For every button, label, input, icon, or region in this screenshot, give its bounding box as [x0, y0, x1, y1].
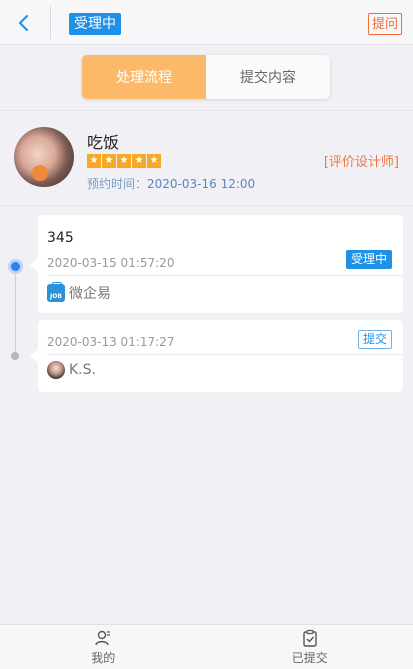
tab-process-flow[interactable]: 处理流程 — [82, 55, 206, 99]
appointment-time: 2020-03-16 12:00 — [147, 177, 256, 191]
nav-label: 已提交 — [291, 650, 328, 665]
appointment-info: 预约时间：2020-03-16 12:00 — [87, 175, 255, 192]
card-time: 2020-03-13 01:17:27 — [47, 335, 175, 349]
star-icon: ★ — [132, 154, 146, 168]
chevron-left-icon — [19, 14, 28, 31]
status-chip: 受理中 — [69, 13, 121, 35]
clipboard-check-icon — [301, 629, 319, 647]
designer-avatar[interactable] — [14, 127, 74, 187]
card-user-name: 微企易 — [69, 286, 111, 302]
star-icon: ★ — [117, 154, 131, 168]
card-user: JOB 微企易 — [47, 282, 111, 303]
status-badge: 受理中 — [345, 250, 392, 269]
nav-item-submitted[interactable]: 已提交 — [207, 625, 413, 669]
rating-stars: ★ ★ ★ ★ ★ — [87, 154, 161, 168]
bottom-nav: 我的 已提交 — [0, 624, 413, 669]
timeline-card: 2020-03-13 01:17:27 提交 K.S. — [30, 320, 403, 392]
user-icon — [94, 629, 112, 647]
star-icon: ★ — [147, 154, 161, 168]
divider — [0, 205, 413, 206]
designer-info: 吃饭 ★ ★ ★ ★ ★ 预约时间：2020-03-16 12:00 [评价设计… — [0, 111, 413, 205]
card-time: 2020-03-15 01:57:20 — [47, 256, 175, 270]
nav-label: 我的 — [91, 650, 116, 665]
star-icon: ★ — [102, 154, 116, 168]
avatar-flower — [32, 165, 48, 181]
card-content: 345 — [47, 230, 74, 246]
back-button[interactable] — [0, 0, 48, 45]
rate-designer-link[interactable]: [评价设计师] — [324, 151, 399, 170]
timeline-card: 345 2020-03-15 01:57:20 受理中 JOB 微企易 — [30, 215, 403, 313]
ask-question-button[interactable]: 提问 — [367, 13, 402, 35]
user-avatar-icon — [47, 361, 65, 379]
segment-tabs: 处理流程 提交内容 — [82, 55, 330, 99]
card-divider — [47, 275, 403, 276]
timeline-line — [15, 265, 16, 357]
timeline-dot-active — [8, 259, 23, 274]
job-logo-icon: JOB — [47, 282, 65, 302]
tab-submitted-content[interactable]: 提交内容 — [206, 55, 330, 99]
card-divider — [47, 354, 403, 355]
card-user-name: K.S. — [69, 362, 96, 378]
card-user: K.S. — [47, 361, 96, 379]
header-bar: 受理中 提问 — [0, 0, 413, 45]
designer-name: 吃饭 — [87, 133, 120, 152]
appointment-label: 预约时间： — [87, 177, 148, 191]
nav-item-mine[interactable]: 我的 — [0, 625, 207, 669]
status-badge: 提交 — [357, 330, 392, 349]
header-divider — [50, 6, 51, 39]
timeline-dot — [11, 352, 19, 360]
star-icon: ★ — [87, 154, 101, 168]
